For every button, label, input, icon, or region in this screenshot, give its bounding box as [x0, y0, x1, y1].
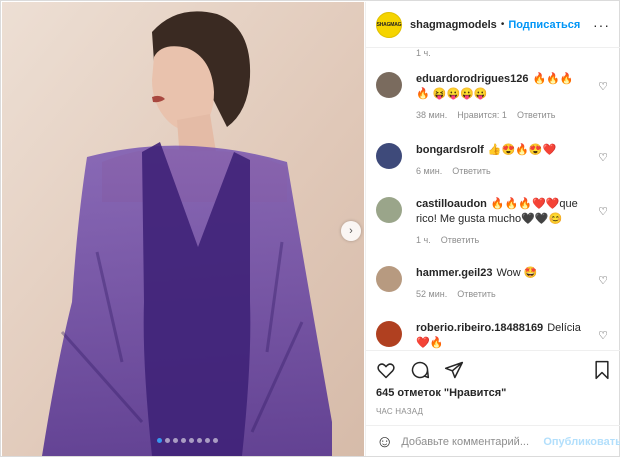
comment-body: bongardsrolf 👍😍🔥😍❤️ — [416, 143, 586, 158]
carousel-dot — [165, 438, 170, 443]
emoji-icon[interactable]: ☺ — [376, 432, 393, 452]
comment-item: bongardsrolf 👍😍🔥😍❤️ 6 мин. Ответить ♡ — [376, 143, 616, 176]
comment-text: Wow 🤩 — [496, 267, 538, 279]
comment-meta: 1 ч. Ответить — [416, 235, 616, 245]
carousel-dot — [173, 438, 178, 443]
comment-meta: 38 мин. Нравится: 1 Ответить — [416, 110, 616, 120]
brand-logo-text: SHAGMAG — [376, 21, 402, 28]
share-icon[interactable] — [444, 360, 464, 383]
comment-item: castilloaudon 🔥🔥🔥❤️❤️que rico! Me gusta m… — [376, 197, 616, 245]
comment-text: 👍😍🔥😍❤️ — [487, 144, 557, 156]
reply-button[interactable]: Ответить — [441, 235, 479, 245]
commenter-avatar[interactable] — [376, 143, 402, 169]
commenter-username[interactable]: bongardsrolf — [416, 144, 484, 156]
carousel-dot — [197, 438, 202, 443]
likes-count[interactable]: 645 отметок "Нравится" — [366, 383, 620, 399]
comment-item: roberio.ribeiro.18488169 Delícia ❤️🔥 ♡ — [376, 321, 616, 350]
reply-button[interactable]: Ответить — [452, 166, 490, 176]
comment-input[interactable] — [401, 435, 544, 448]
carousel-dot — [181, 438, 186, 443]
post-actions: 645 отметок "Нравится" ЧАС НАЗАД ☺ Опубл… — [366, 350, 620, 456]
carousel-indicator — [157, 438, 218, 443]
post-photo[interactable]: › — [2, 2, 364, 456]
carousel-dot — [189, 438, 194, 443]
carousel-dot — [213, 438, 218, 443]
carousel-dot — [205, 438, 210, 443]
comment-body: castilloaudon 🔥🔥🔥❤️❤️que rico! Me gusta m… — [416, 197, 586, 227]
publish-button[interactable]: Опубликовать — [543, 436, 620, 448]
post-header: SHAGMAG shagmagmodels • Подписаться ··· — [366, 2, 620, 48]
comment-meta: 52 мин. Ответить — [416, 289, 616, 299]
comment-icon[interactable] — [410, 360, 430, 383]
comment-body: roberio.ribeiro.18488169 Delícia ❤️🔥 — [416, 321, 586, 350]
comments-list[interactable]: 1 ч. eduardorodrigues126 🔥🔥🔥🔥 😝😛😛😛 38 мин… — [366, 48, 620, 350]
post-time: ЧАС НАЗАД — [376, 407, 424, 416]
post-frame: › SHAGMAG shagmagmodels • Подписаться ··… — [0, 0, 620, 457]
commenter-avatar[interactable] — [376, 266, 402, 292]
commenter-username[interactable]: roberio.ribeiro.18488169 — [416, 322, 543, 334]
comment-time: 38 мин. — [416, 110, 448, 120]
comment-time: 6 мин. — [416, 166, 443, 176]
carousel-dot — [157, 438, 162, 443]
comment-item: eduardorodrigues126 🔥🔥🔥🔥 😝😛😛😛 38 мин. Нра… — [376, 72, 616, 120]
author-avatar[interactable]: SHAGMAG — [376, 11, 402, 38]
bookmark-icon[interactable] — [593, 360, 611, 383]
author-username[interactable]: shagmagmodels — [410, 19, 497, 31]
more-options-icon[interactable]: ··· — [593, 17, 610, 33]
comment-like-heart-icon[interactable]: ♡ — [598, 329, 608, 342]
commenter-avatar[interactable] — [376, 197, 402, 223]
heart-icon[interactable] — [376, 360, 396, 383]
comment-likes[interactable]: Нравится: 1 — [457, 110, 507, 120]
comment-composer: ☺ Опубликовать — [366, 425, 620, 457]
comment-item: hammer.geil23 Wow 🤩 52 мин. Ответить ♡ — [376, 266, 616, 299]
post-side-panel: SHAGMAG shagmagmodels • Подписаться ··· … — [365, 2, 620, 456]
reply-button[interactable]: Ответить — [457, 289, 495, 299]
follow-button[interactable]: Подписаться — [508, 19, 580, 31]
reply-button[interactable]: Ответить — [517, 110, 555, 120]
carousel-next-button[interactable]: › — [341, 221, 361, 241]
comment-meta: 6 мин. Ответить — [416, 166, 616, 176]
comment-like-heart-icon[interactable]: ♡ — [598, 151, 608, 164]
partial-comment-time: 1 ч. — [416, 48, 431, 58]
action-icons-row — [366, 351, 620, 383]
comment-time: 52 мин. — [416, 289, 448, 299]
commenter-username[interactable]: eduardorodrigues126 — [416, 73, 528, 85]
commenter-avatar[interactable] — [376, 321, 402, 347]
commenter-avatar[interactable] — [376, 72, 402, 98]
comment-like-heart-icon[interactable]: ♡ — [598, 274, 608, 287]
comment-like-heart-icon[interactable]: ♡ — [598, 80, 608, 93]
comment-body: eduardorodrigues126 🔥🔥🔥🔥 😝😛😛😛 — [416, 72, 586, 102]
comment-like-heart-icon[interactable]: ♡ — [598, 205, 608, 218]
photo-illustration — [2, 2, 364, 456]
commenter-username[interactable]: hammer.geil23 — [416, 267, 492, 279]
header-separator: • — [500, 19, 505, 30]
comment-body: hammer.geil23 Wow 🤩 — [416, 266, 586, 281]
commenter-username[interactable]: castilloaudon — [416, 198, 487, 210]
comment-time: 1 ч. — [416, 235, 431, 245]
chevron-right-icon: › — [349, 225, 353, 237]
